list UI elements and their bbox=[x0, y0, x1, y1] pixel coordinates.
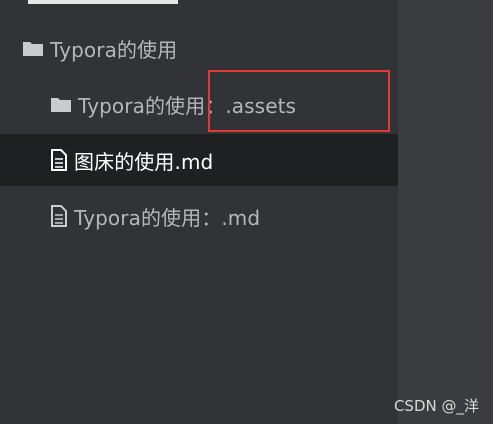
csdn-watermark: CSDN @_洋 bbox=[393, 397, 479, 415]
tree-item-label: Typora的使用：.md bbox=[74, 205, 261, 230]
document-icon bbox=[50, 205, 68, 227]
file-tree-sidebar: Typora的使用 Typora的使用：.assets 图床的使用.md Typ… bbox=[0, 0, 398, 424]
editor-pane-edge bbox=[398, 0, 493, 424]
tree-item-assets-folder[interactable]: Typora的使用：.assets bbox=[0, 78, 398, 130]
folder-icon bbox=[22, 39, 44, 57]
folder-icon bbox=[50, 95, 72, 113]
tree-item-root-folder[interactable]: Typora的使用 bbox=[0, 22, 398, 74]
tree-item-active-file[interactable]: 图床的使用.md bbox=[0, 134, 398, 186]
tree-item-label: Typora的使用 bbox=[50, 37, 178, 62]
tree-item-label: Typora的使用：.assets bbox=[78, 93, 297, 118]
document-icon bbox=[50, 149, 68, 171]
sidebar-top-indicator bbox=[28, 0, 178, 4]
tree-item-label: 图床的使用.md bbox=[74, 149, 214, 174]
tree-item-md-file[interactable]: Typora的使用：.md bbox=[0, 190, 398, 242]
